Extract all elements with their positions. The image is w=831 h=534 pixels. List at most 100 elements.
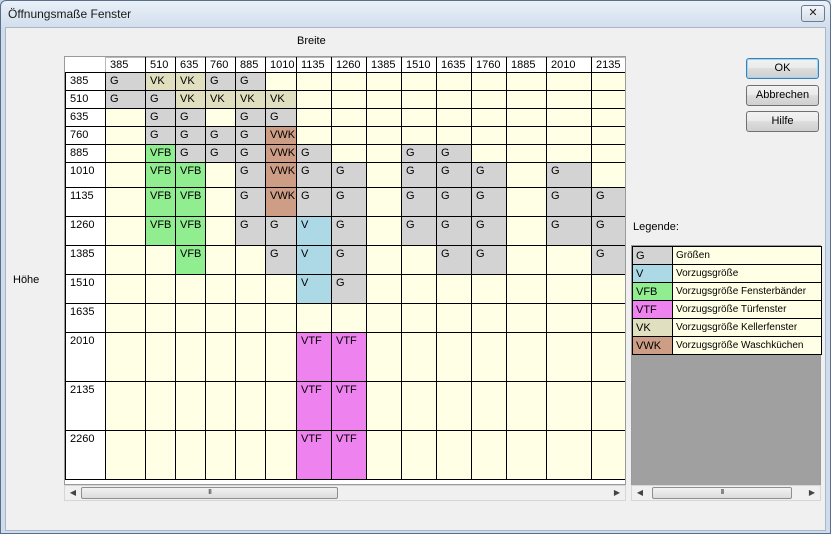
grid-cell[interactable]: [331, 144, 367, 163]
grid-cell[interactable]: [546, 274, 592, 304]
grid-cell[interactable]: [105, 381, 146, 431]
cancel-button[interactable]: Abbrechen: [746, 85, 819, 106]
grid-cell[interactable]: [366, 90, 402, 109]
grid-cell[interactable]: [366, 216, 402, 246]
grid-cell[interactable]: [366, 274, 402, 304]
grid-cell[interactable]: G: [235, 72, 266, 91]
grid-cell[interactable]: G: [331, 245, 367, 275]
grid-cell[interactable]: G: [105, 90, 146, 109]
grid-cell[interactable]: VWK: [265, 144, 297, 163]
grid-cell[interactable]: G: [331, 187, 367, 217]
grid-cell[interactable]: [235, 303, 266, 333]
grid-cell[interactable]: [145, 303, 176, 333]
grid-cell[interactable]: [205, 108, 236, 127]
grid-cell[interactable]: VFB: [175, 245, 206, 275]
grid-cell[interactable]: [296, 126, 332, 145]
grid-cell[interactable]: G: [471, 216, 507, 246]
row-header[interactable]: 385: [65, 72, 106, 91]
grid-cell[interactable]: G: [591, 187, 625, 217]
grid-cell[interactable]: [331, 126, 367, 145]
grid-cell[interactable]: G: [591, 245, 625, 275]
grid-cell[interactable]: [296, 108, 332, 127]
grid-cell[interactable]: [175, 430, 206, 480]
column-header[interactable]: 510: [145, 57, 176, 73]
grid-cell[interactable]: [175, 332, 206, 382]
grid-cell[interactable]: [546, 72, 592, 91]
grid-cell[interactable]: G: [145, 126, 176, 145]
row-header[interactable]: 1510: [65, 274, 106, 304]
grid-cell[interactable]: [436, 90, 472, 109]
grid-cell[interactable]: G: [401, 162, 437, 188]
grid-cell[interactable]: G: [591, 216, 625, 246]
grid-cell[interactable]: [436, 108, 472, 127]
grid-cell[interactable]: [546, 144, 592, 163]
grid-cell[interactable]: [366, 126, 402, 145]
grid-cell[interactable]: [145, 381, 176, 431]
grid-cell[interactable]: [546, 381, 592, 431]
grid-cell[interactable]: [591, 274, 625, 304]
scroll-left-icon[interactable]: ◀: [65, 486, 81, 500]
grid-cell[interactable]: [331, 303, 367, 333]
grid-cell[interactable]: VTF: [296, 381, 332, 431]
legend-scroll-thumb[interactable]: III: [652, 487, 792, 499]
grid-cell[interactable]: [506, 430, 547, 480]
grid-cell[interactable]: G: [235, 162, 266, 188]
grid-cell[interactable]: [265, 381, 297, 431]
grid-cell[interactable]: [546, 126, 592, 145]
grid-cell[interactable]: [436, 274, 472, 304]
grid-cell[interactable]: G: [331, 216, 367, 246]
grid-cell[interactable]: [366, 72, 402, 91]
grid-cell[interactable]: [265, 332, 297, 382]
grid-cell[interactable]: [366, 162, 402, 188]
grid-cell[interactable]: [235, 245, 266, 275]
grid-cell[interactable]: [436, 303, 472, 333]
grid-cell[interactable]: [205, 245, 236, 275]
grid-cell[interactable]: G: [546, 162, 592, 188]
grid-cell[interactable]: [591, 381, 625, 431]
grid-cell[interactable]: [296, 90, 332, 109]
grid-cell[interactable]: VK: [235, 90, 266, 109]
column-header[interactable]: 635: [175, 57, 206, 73]
help-button[interactable]: Hilfe: [746, 111, 819, 132]
grid-cell[interactable]: [205, 332, 236, 382]
grid-cell[interactable]: G: [145, 108, 176, 127]
grid-cell[interactable]: [265, 274, 297, 304]
grid-cell[interactable]: [471, 274, 507, 304]
grid-cell[interactable]: [331, 108, 367, 127]
grid-cell[interactable]: G: [436, 216, 472, 246]
grid-cell[interactable]: [546, 108, 592, 127]
grid-cell[interactable]: [471, 144, 507, 163]
grid-cell[interactable]: [366, 108, 402, 127]
grid-cell[interactable]: G: [265, 245, 297, 275]
grid-cell[interactable]: G: [235, 108, 266, 127]
grid-cell[interactable]: VFB: [145, 162, 176, 188]
grid-cell[interactable]: [471, 381, 507, 431]
grid-cell[interactable]: G: [471, 162, 507, 188]
column-header[interactable]: 885: [235, 57, 266, 73]
grid-cell[interactable]: [145, 332, 176, 382]
column-header[interactable]: 385: [105, 57, 146, 73]
grid-cell[interactable]: [401, 108, 437, 127]
column-header[interactable]: 1760: [471, 57, 507, 73]
grid-cell[interactable]: [105, 332, 146, 382]
grid-cell[interactable]: VTF: [296, 430, 332, 480]
row-header[interactable]: 760: [65, 126, 106, 145]
grid-cell[interactable]: VWK: [265, 187, 297, 217]
grid-cell[interactable]: [471, 430, 507, 480]
row-header[interactable]: 885: [65, 144, 106, 163]
grid-cell[interactable]: VK: [175, 90, 206, 109]
grid-cell[interactable]: [401, 381, 437, 431]
grid-cell[interactable]: VTF: [331, 381, 367, 431]
grid-cell[interactable]: [401, 72, 437, 91]
grid-cell[interactable]: [506, 126, 547, 145]
grid-cell[interactable]: [145, 274, 176, 304]
grid-cell[interactable]: VK: [265, 90, 297, 109]
grid-cell[interactable]: VK: [175, 72, 206, 91]
grid-cell[interactable]: [401, 332, 437, 382]
grid-cell[interactable]: VWK: [265, 126, 297, 145]
grid-cell[interactable]: G: [331, 274, 367, 304]
grid-cell[interactable]: [265, 72, 297, 91]
grid-cell[interactable]: G: [546, 216, 592, 246]
grid-cell[interactable]: [175, 274, 206, 304]
grid-cell[interactable]: [235, 332, 266, 382]
